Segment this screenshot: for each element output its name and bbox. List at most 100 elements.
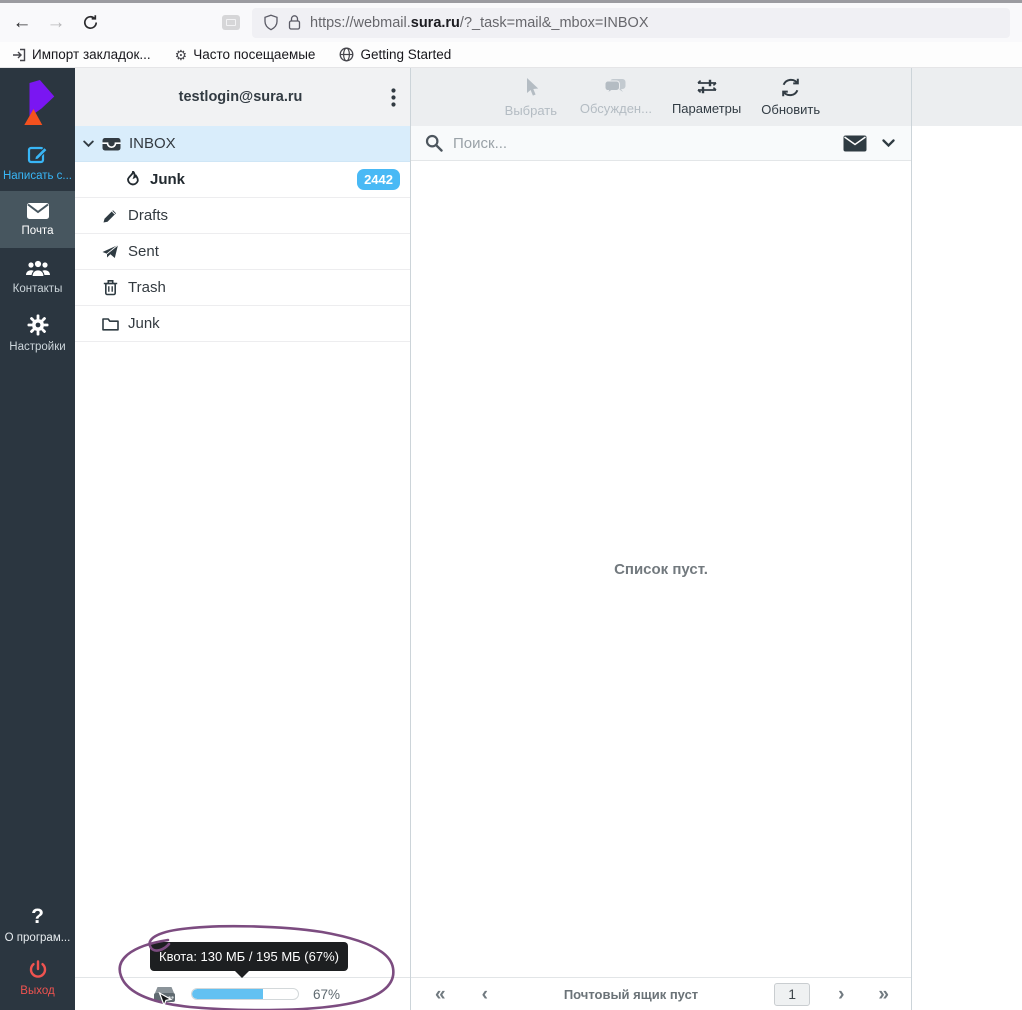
folder-label: Junk xyxy=(150,171,357,188)
quota-progress-fill xyxy=(192,989,263,999)
shield-icon[interactable] xyxy=(263,14,279,31)
webmail-app: Написать с... Почта Конт xyxy=(0,68,1022,1010)
search-scope xyxy=(843,135,897,152)
screen: ← → https://webmail.sura.ru/?_task=mail&… xyxy=(0,0,1022,1010)
preview-pane xyxy=(912,68,1022,1010)
folder-label: Drafts xyxy=(128,207,410,224)
sidebar-item-settings[interactable]: Настройки xyxy=(0,305,75,362)
bookmark-getting-started[interactable]: Getting Started xyxy=(339,47,451,62)
paper-plane-icon xyxy=(100,244,120,259)
sidebar-item-label: Настройки xyxy=(9,341,65,353)
settings-gear-icon xyxy=(27,314,49,336)
cursor-select-icon xyxy=(521,77,541,99)
bookmark-label: Часто посещаемые xyxy=(193,47,315,62)
reload-button[interactable] xyxy=(76,9,104,37)
forward-button[interactable]: → xyxy=(42,9,70,37)
search-input[interactable] xyxy=(453,135,833,152)
reload-icon xyxy=(82,14,99,31)
search-icon xyxy=(425,134,443,152)
first-page-button[interactable]: « xyxy=(435,985,446,1004)
bookmarks-bar: Импорт закладок... ⚙ Часто посещаемые Ge… xyxy=(0,42,1022,68)
folder-label: Junk xyxy=(128,315,410,332)
chat-bubbles-icon xyxy=(604,77,628,97)
preview-pane-header xyxy=(912,68,1022,126)
lock-icon[interactable] xyxy=(288,14,301,31)
trash-icon xyxy=(100,279,120,296)
sidebar-item-contacts[interactable]: Контакты xyxy=(0,248,75,305)
threads-button[interactable]: Обсужден... xyxy=(580,68,652,126)
import-icon xyxy=(12,48,26,62)
folder-label: INBOX xyxy=(129,135,410,152)
sidebar-item-mail[interactable]: Почта xyxy=(0,191,75,248)
folder-sent[interactable]: Sent xyxy=(75,234,410,270)
folder-menu-button[interactable] xyxy=(376,88,410,107)
folder-junk[interactable]: Junk xyxy=(75,306,410,342)
back-button[interactable]: ← xyxy=(8,9,36,37)
logo-icon xyxy=(18,80,58,130)
quota-progress-track xyxy=(191,988,299,1000)
refresh-button[interactable]: Обновить xyxy=(761,68,820,126)
list-pagination: « ‹ Почтовый ящик пуст › » xyxy=(411,977,911,1010)
bookmark-label: Getting Started xyxy=(360,47,451,62)
folder-trash[interactable]: Trash xyxy=(75,270,410,306)
folder-inbox[interactable]: INBOX xyxy=(75,126,410,162)
empty-list-message: Список пуст. xyxy=(614,561,708,578)
bookmark-import[interactable]: Импорт закладок... xyxy=(12,47,151,62)
message-list-body: Список пуст. xyxy=(411,161,911,977)
app-logo[interactable] xyxy=(0,76,75,134)
search-bar xyxy=(411,126,911,161)
pencil-icon xyxy=(100,208,120,224)
flame-icon xyxy=(122,171,142,188)
kebab-icon xyxy=(391,88,396,107)
options-button[interactable]: Параметры xyxy=(672,68,741,126)
bookmark-frequent[interactable]: ⚙ Часто посещаемые xyxy=(175,47,316,62)
toolbar-button-label: Обновить xyxy=(761,102,820,117)
folder-label: Sent xyxy=(128,243,410,260)
toolbar-button-label: Параметры xyxy=(672,101,741,116)
question-icon: ? xyxy=(31,906,44,927)
quota-tooltip: Квота: 130 МБ / 195 МБ (67%) xyxy=(150,942,348,971)
folders-header: testlogin@sura.ru xyxy=(75,68,410,126)
sidebar-item-logout[interactable]: Выход xyxy=(0,950,75,1006)
browser-toolbar: ← → https://webmail.sura.ru/?_task=mail&… xyxy=(0,3,1022,42)
sidebar-item-about[interactable]: ? О програм... xyxy=(0,900,75,950)
folder-icon xyxy=(100,317,120,331)
mail-toolbar: Выбрать Обсужден... Параметры xyxy=(411,68,911,126)
taskmenu-bottom: ? О програм... Выход xyxy=(0,900,75,1010)
gear-icon: ⚙ xyxy=(175,48,188,62)
sidebar-item-compose[interactable]: Написать с... xyxy=(0,134,75,191)
folder-inbox-junk[interactable]: Junk 2442 xyxy=(75,162,410,198)
power-icon xyxy=(28,960,48,980)
sidebar-item-label: Выход xyxy=(20,985,54,997)
sidebar-item-label: Контакты xyxy=(13,283,63,295)
folders-pane: testlogin@sura.ru xyxy=(75,68,411,1010)
folder-drafts[interactable]: Drafts xyxy=(75,198,410,234)
next-page-button[interactable]: › xyxy=(838,985,844,1004)
account-name: testlogin@sura.ru xyxy=(75,89,376,105)
globe-icon xyxy=(339,47,354,62)
envelope-icon[interactable] xyxy=(843,135,867,152)
url-text[interactable]: https://webmail.sura.ru/?_task=mail&_mbo… xyxy=(310,15,649,31)
taskmenu-sidebar: Написать с... Почта Конт xyxy=(0,68,75,1010)
sidebar-item-label: Почта xyxy=(22,225,54,237)
inbox-icon xyxy=(101,137,121,151)
folders-empty-space xyxy=(75,342,410,977)
sliders-icon xyxy=(695,77,719,97)
quota-percent-label: 67% xyxy=(313,987,340,1002)
select-button[interactable]: Выбрать xyxy=(502,68,560,126)
chevron-down-icon[interactable] xyxy=(882,139,895,148)
bookmark-label: Импорт закладок... xyxy=(32,47,151,62)
chevron-down-icon[interactable] xyxy=(83,140,101,148)
mail-icon xyxy=(26,202,50,220)
compose-icon xyxy=(27,143,49,165)
toolbar-button-label: Выбрать xyxy=(505,103,557,118)
url-bar[interactable]: https://webmail.sura.ru/?_task=mail&_mbo… xyxy=(252,8,1010,38)
disk-icon xyxy=(152,985,177,1004)
refresh-icon xyxy=(780,77,801,98)
contacts-icon xyxy=(25,259,51,278)
page-number-input[interactable] xyxy=(774,983,810,1006)
extension-icon[interactable] xyxy=(222,15,240,30)
message-list-pane: Выбрать Обсужден... Параметры xyxy=(411,68,912,1010)
last-page-button[interactable]: » xyxy=(878,985,889,1004)
mailbox-empty-message: Почтовый ящик пуст xyxy=(488,987,774,1002)
